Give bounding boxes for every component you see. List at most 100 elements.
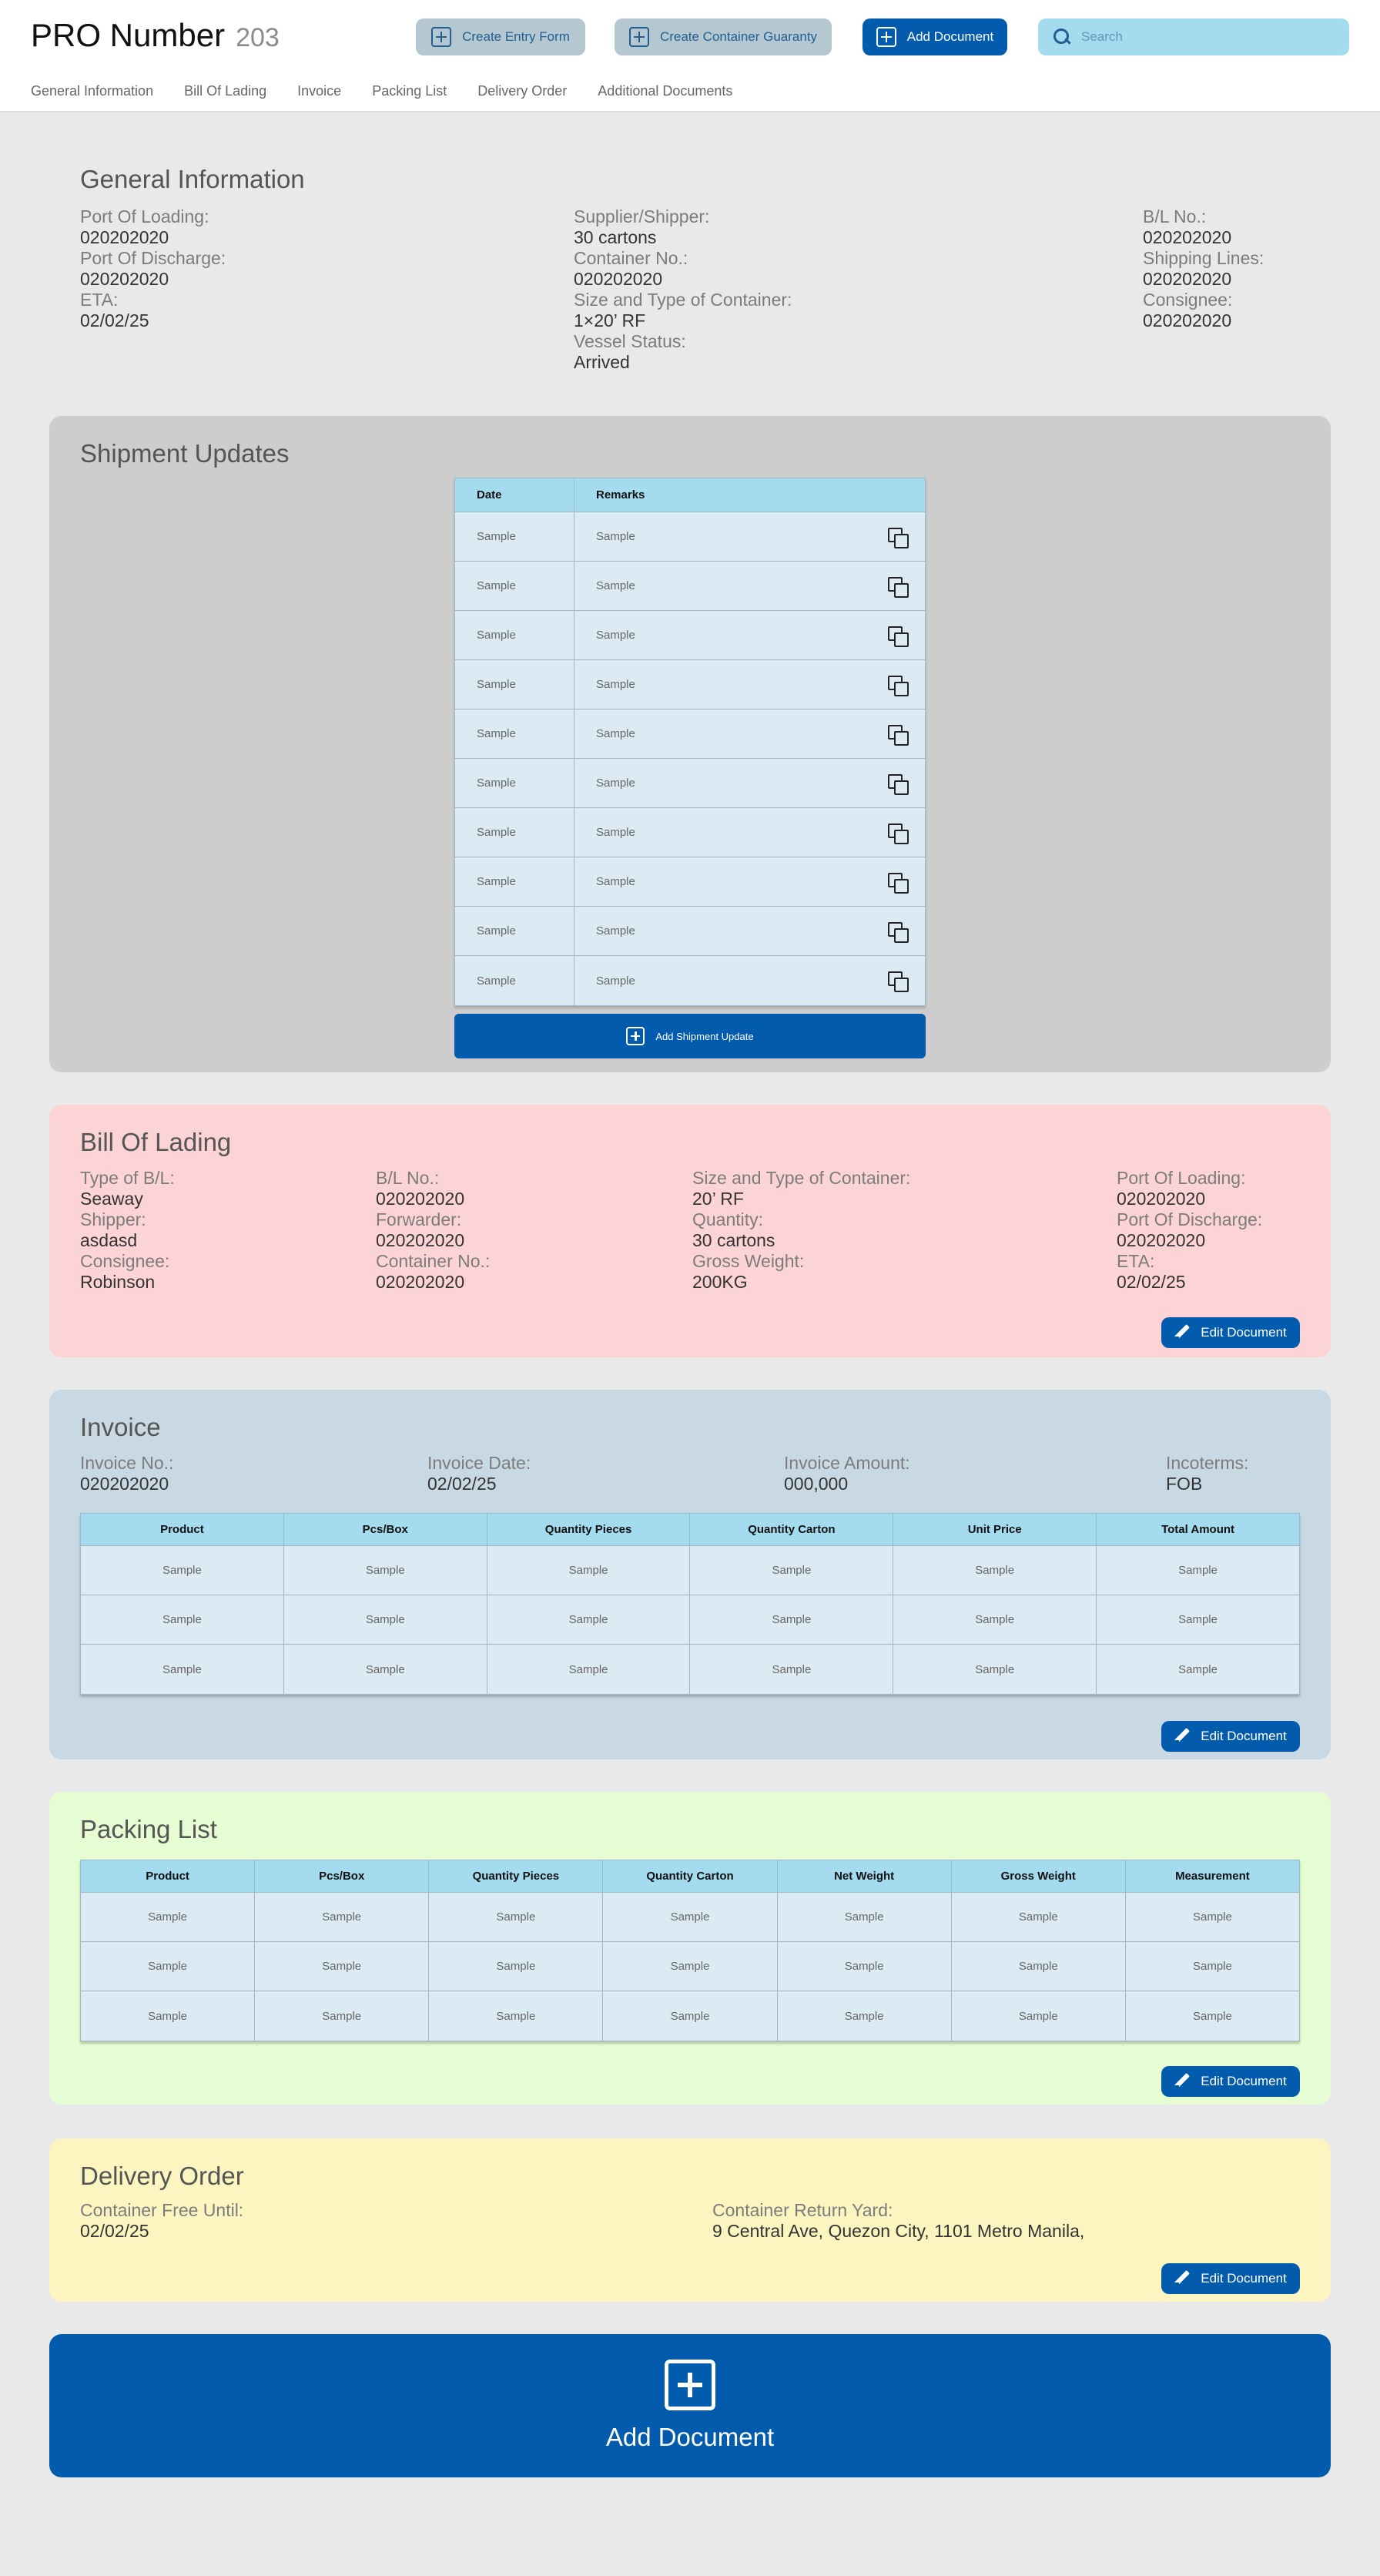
table-cell: Sample (952, 1942, 1126, 1991)
add-document-button[interactable]: Add Document (862, 18, 1007, 55)
remarks-text: Sample (596, 629, 635, 642)
table-cell: Sample (81, 1546, 284, 1595)
column-header: Product (81, 1514, 284, 1545)
table-row: Sample Sample (455, 709, 925, 759)
table-cell: Sample (81, 1645, 284, 1694)
shipping-lines-label: Shipping Lines: (1143, 248, 1264, 268)
table-header: Product Pcs/Box Quantity Pieces Quantity… (81, 1514, 1299, 1546)
copy-icon[interactable] (888, 921, 909, 943)
column-header: Quantity Pieces (429, 1860, 604, 1892)
create-container-guaranty-button[interactable]: Create Container Guaranty (615, 18, 832, 55)
search-icon (1053, 29, 1070, 45)
table-cell: Sample (487, 1645, 691, 1694)
edit-document-button[interactable]: Edit Document (1161, 2066, 1300, 2097)
add-document-card-button[interactable]: Add Document (49, 2334, 1331, 2477)
tab-packing-list[interactable]: Packing List (372, 83, 447, 99)
remarks-cell: Sample (574, 611, 925, 659)
table-row: Sample Sample Sample Sample Sample Sampl… (81, 1942, 1299, 1991)
table-row: Sample Sample (455, 907, 925, 956)
remarks-text: Sample (596, 530, 635, 543)
eta-label: ETA: (1117, 1251, 1155, 1271)
vessel-status-value: Arrived (574, 352, 630, 372)
remarks-text: Sample (596, 678, 635, 691)
copy-icon[interactable] (888, 675, 909, 696)
create-entry-form-button[interactable]: Create Entry Form (416, 18, 585, 55)
edit-document-label: Edit Document (1201, 1325, 1287, 1340)
bol-column-3: Size and Type of Container: 20’ RF Quant… (692, 1168, 910, 1293)
table-cell: Sample (603, 1991, 778, 2041)
supplier-value: 30 cartons (574, 227, 657, 247)
invoice-amount-field: Invoice Amount: 000,000 (784, 1453, 910, 1494)
table-row: Sample Sample Sample Sample Sample Sampl… (81, 1546, 1299, 1595)
table-cell: Sample (81, 1595, 284, 1644)
tab-additional-documents[interactable]: Additional Documents (598, 83, 732, 99)
table-cell: Sample (952, 1991, 1126, 2041)
search-box[interactable] (1038, 18, 1349, 55)
date-cell: Sample (455, 611, 574, 659)
eta-label: ETA: (80, 290, 119, 310)
container-return-yard-label: Container Return Yard: (712, 2200, 893, 2220)
copy-icon[interactable] (888, 576, 909, 598)
edit-document-label: Edit Document (1201, 1729, 1287, 1743)
pro-number: 203 (236, 23, 280, 52)
table-cell: Sample (952, 1893, 1126, 1941)
copy-icon[interactable] (888, 724, 909, 746)
shipment-updates-title: Shipment Updates (80, 439, 290, 468)
consignee-label: Consignee: (1143, 290, 1233, 310)
invoice-no-label: Invoice No.: (80, 1453, 174, 1473)
tab-bill-of-lading[interactable]: Bill Of Lading (184, 83, 266, 99)
plus-square-icon (626, 1027, 645, 1045)
container-return-yard-field: Container Return Yard: 9 Central Ave, Qu… (712, 2200, 1084, 2242)
size-type-label: Size and Type of Container: (692, 1168, 911, 1188)
plus-square-icon (876, 27, 896, 47)
packing-list-section: Packing List Product Pcs/Box Quantity Pi… (49, 1792, 1331, 2105)
tab-delivery-order[interactable]: Delivery Order (477, 83, 567, 99)
container-no-value: 020202020 (574, 269, 663, 289)
column-header: Net Weight (778, 1860, 952, 1892)
table-cell: Sample (255, 1942, 430, 1991)
edit-document-button[interactable]: Edit Document (1161, 2263, 1300, 2294)
edit-document-label: Edit Document (1201, 2271, 1287, 2286)
table-cell: Sample (893, 1595, 1097, 1644)
edit-document-button[interactable]: Edit Document (1161, 1721, 1300, 1752)
copy-icon[interactable] (888, 971, 909, 992)
copy-icon[interactable] (888, 626, 909, 647)
remarks-text: Sample (596, 826, 635, 839)
container-no-label: Container No.: (574, 248, 688, 268)
column-header: Measurement (1175, 1870, 1250, 1883)
invoice-table: Product Pcs/Box Quantity Pieces Quantity… (80, 1513, 1300, 1695)
bol-column-2: B/L No.: 020202020 Forwarder: 020202020 … (376, 1168, 490, 1293)
packing-list-table: Product Pcs/Box Quantity Pieces Quantity… (80, 1860, 1300, 2041)
incoterms-label: Incoterms: (1166, 1453, 1249, 1473)
invoice-amount-label: Invoice Amount: (784, 1453, 910, 1473)
incoterms-field: Incoterms: FOB (1166, 1453, 1248, 1494)
packing-list-title: Packing List (80, 1815, 217, 1843)
plus-square-icon (665, 2360, 715, 2410)
copy-icon[interactable] (888, 527, 909, 548)
copy-icon[interactable] (888, 773, 909, 795)
edit-document-button[interactable]: Edit Document (1161, 1317, 1300, 1348)
add-shipment-update-button[interactable]: Add Shipment Update (454, 1014, 926, 1058)
vessel-status-label: Vessel Status: (574, 331, 686, 351)
table-cell: Sample (429, 1942, 604, 1991)
add-shipment-update-label: Add Shipment Update (655, 1030, 754, 1042)
tab-general-information[interactable]: General Information (31, 83, 153, 99)
date-cell: Sample (455, 660, 574, 709)
table-cell: Sample (603, 1893, 778, 1941)
tab-invoice[interactable]: Invoice (297, 83, 341, 99)
copy-icon[interactable] (888, 823, 909, 844)
table-header: Date Remarks (455, 478, 925, 512)
bl-no-value: 020202020 (1143, 227, 1232, 247)
invoice-section: Invoice Invoice No.: 020202020 Invoice D… (49, 1390, 1331, 1759)
column-header: Unit Price (893, 1514, 1097, 1545)
bol-column-1: Type of B/L: Seaway Shipper: asdasd Cons… (80, 1168, 175, 1293)
copy-icon[interactable] (888, 872, 909, 894)
section-tabs: General Information Bill Of Lading Invoi… (31, 83, 732, 99)
port-of-discharge-label: Port Of Discharge: (1117, 1209, 1263, 1229)
pencil-icon (1174, 2271, 1190, 2286)
top-header: PRO Number 203 Create Entry Form Create C… (0, 0, 1380, 112)
table-cell: Sample (893, 1645, 1097, 1694)
table-cell: Sample (690, 1546, 894, 1595)
search-input[interactable] (1081, 29, 1328, 45)
delivery-order-title: Delivery Order (80, 2162, 244, 2190)
